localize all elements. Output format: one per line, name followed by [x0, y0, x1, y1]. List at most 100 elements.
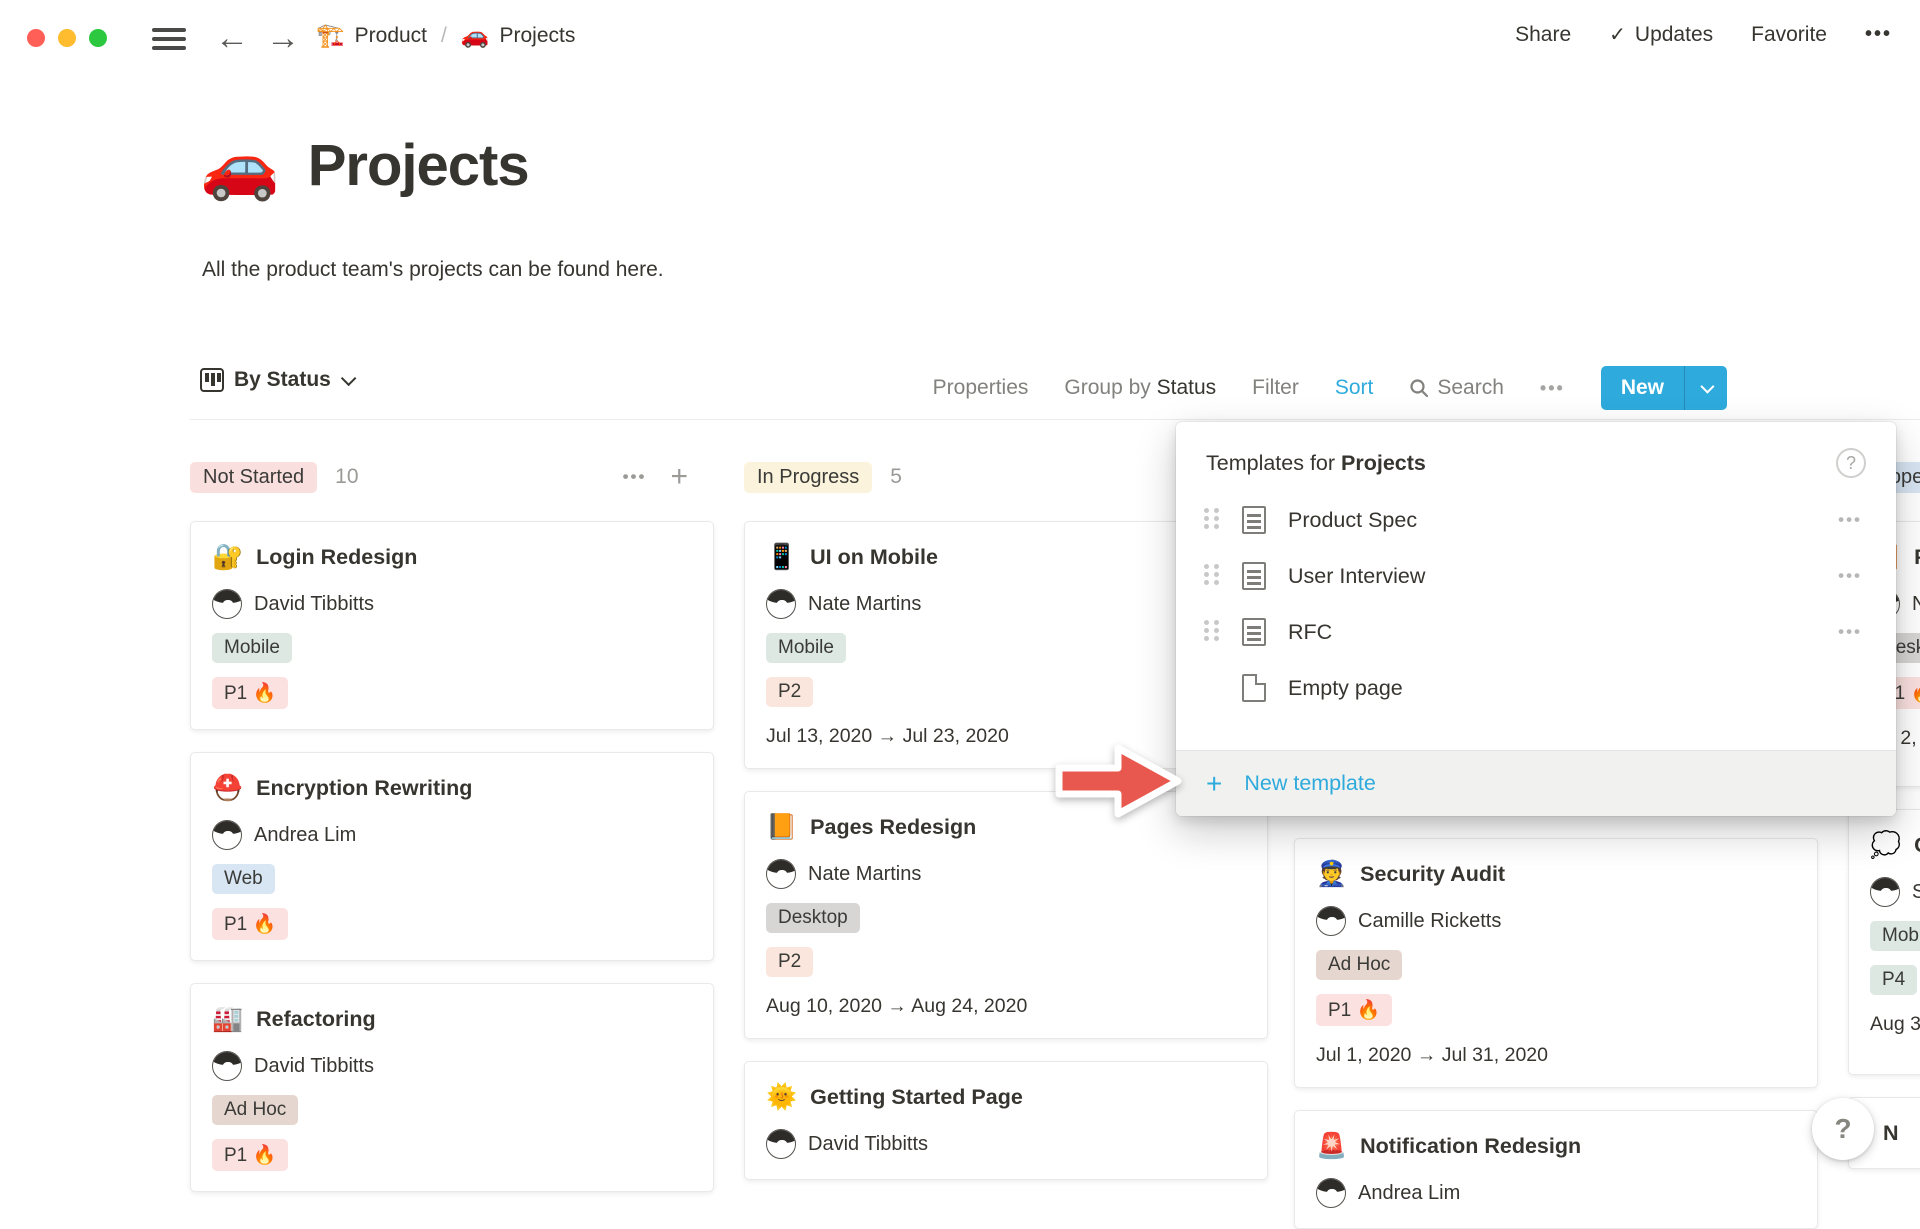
new-template-button[interactable]: + New template [1176, 750, 1896, 816]
more-options-icon[interactable]: ••• [1865, 23, 1892, 46]
page-description: All the product team's projects can be f… [202, 258, 664, 282]
board-view-icon [200, 368, 224, 392]
card-pages-redesign[interactable]: 📙 Pages Redesign Nate Martins Desktop P2… [744, 791, 1268, 1039]
annotation-arrow-icon [1052, 738, 1186, 824]
traffic-light-close[interactable] [27, 29, 45, 47]
breadcrumb-projects[interactable]: Projects [500, 24, 576, 48]
column-more-icon[interactable]: ••• [623, 467, 647, 487]
priority-tag: P1 🔥 [212, 908, 288, 940]
new-dropdown-caret[interactable] [1685, 366, 1727, 410]
search-icon [1409, 378, 1429, 398]
page-title: Projects [308, 132, 529, 199]
drag-handle-icon[interactable] [1204, 508, 1222, 532]
new-button[interactable]: New [1601, 366, 1727, 410]
toolbar-more-icon[interactable]: ••• [1540, 378, 1565, 399]
template-item-empty-page[interactable]: Empty page [1176, 660, 1896, 716]
template-item-rfc[interactable]: RFC ••• [1176, 604, 1896, 660]
card-login-redesign[interactable]: 🔐 Login Redesign David Tibbitts Mobile P… [190, 521, 714, 730]
platform-tag: Ad Hoc [212, 1095, 298, 1125]
filter-button[interactable]: Filter [1252, 376, 1299, 400]
column-count: 10 [335, 465, 358, 489]
column-add-icon[interactable]: + [670, 467, 688, 487]
help-button[interactable]: ? [1812, 1098, 1874, 1160]
sun-emoji-icon: 🌞 [766, 1085, 797, 1110]
card-security-audit[interactable]: 👮 Security Audit Camille Ricketts Ad Hoc… [1294, 838, 1818, 1088]
assignee-name: N [1912, 593, 1920, 616]
assignee-name: Camille Ricketts [1358, 910, 1501, 933]
forward-arrow-icon[interactable]: → [266, 18, 300, 58]
popup-title: Templates for Projects [1206, 451, 1426, 476]
card-partial-2[interactable]: 💭 C S Mobile P4 Aug 3, 2020 [1848, 809, 1920, 1075]
breadcrumb-separator: / [437, 24, 451, 48]
hamburger-menu-icon[interactable] [152, 28, 186, 50]
avatar [1316, 1178, 1346, 1208]
assignee-name: Nate Martins [808, 593, 921, 616]
avatar [766, 589, 796, 619]
favorite-button[interactable]: Favorite [1751, 23, 1827, 47]
thought-balloon-emoji-icon: 💭 [1870, 833, 1901, 858]
column-three: 👮 Security Audit Camille Ricketts Ad Hoc… [1294, 838, 1818, 1229]
drag-handle-icon[interactable] [1204, 620, 1222, 644]
card-encryption-rewriting[interactable]: ⛑️ Encryption Rewriting Andrea Lim Web P… [190, 752, 714, 961]
plus-icon: + [1206, 768, 1222, 800]
traffic-light-minimize[interactable] [58, 29, 76, 47]
avatar [212, 1051, 242, 1081]
sort-button[interactable]: Sort [1335, 376, 1374, 400]
breadcrumb: 🏗️ Product / 🚗 Projects [316, 22, 575, 49]
assignee-name: Nate Martins [808, 863, 921, 886]
platform-tag: Mobile [766, 633, 846, 663]
column-not-started: Not Started 10 ••• + 🔐 Login Redesign Da… [190, 459, 714, 1192]
window-titlebar: ← → 🏗️ Product / 🚗 Projects Share ✓ Upda… [0, 0, 1920, 78]
template-item-user-interview[interactable]: User Interview ••• [1176, 548, 1896, 604]
group-by-button[interactable]: Group by Status [1064, 376, 1216, 400]
breadcrumb-product[interactable]: Product [355, 24, 427, 48]
document-icon [1242, 562, 1266, 590]
popup-help-icon[interactable]: ? [1836, 448, 1866, 478]
avatar [212, 820, 242, 850]
priority-tag: P4 [1870, 965, 1917, 995]
orange-book-emoji-icon: 📙 [766, 815, 797, 840]
avatar [212, 589, 242, 619]
avatar [1870, 877, 1900, 907]
factory-emoji-icon: 🏭 [212, 1007, 243, 1032]
drag-handle-icon[interactable] [1204, 564, 1222, 588]
date-range: Jul 1, 2020 → Jul 31, 2020 [1316, 1044, 1796, 1067]
date-range: Aug 3, 2020 [1870, 1013, 1920, 1036]
view-switcher[interactable]: By Status [200, 368, 352, 392]
card-refactoring[interactable]: 🏭 Refactoring David Tibbitts Ad Hoc P1 🔥 [190, 983, 714, 1192]
updates-button[interactable]: ✓ Updates [1609, 22, 1713, 47]
column-status-badge[interactable]: Not Started [190, 462, 317, 493]
template-more-icon[interactable]: ••• [1838, 622, 1862, 642]
lock-emoji-icon: 🔐 [212, 545, 243, 570]
platform-tag: Mobile [1870, 921, 1920, 951]
avatar [766, 1129, 796, 1159]
template-item-product-spec[interactable]: Product Spec ••• [1176, 492, 1896, 548]
share-button[interactable]: Share [1515, 23, 1571, 47]
priority-tag: P1 🔥 [1316, 994, 1392, 1026]
page-icon[interactable]: 🚗 [200, 134, 280, 198]
properties-button[interactable]: Properties [933, 376, 1029, 400]
document-icon [1242, 618, 1266, 646]
platform-tag: Web [212, 864, 275, 894]
back-arrow-icon[interactable]: ← [215, 18, 249, 58]
column-status-badge[interactable]: In Progress [744, 462, 872, 493]
template-more-icon[interactable]: ••• [1838, 510, 1862, 530]
platform-tag: Ad Hoc [1316, 950, 1402, 980]
templates-popup: Templates for Projects ? Product Spec ••… [1176, 422, 1896, 816]
avatar [1316, 906, 1346, 936]
breadcrumb-projects-icon: 🚗 [461, 22, 490, 49]
document-icon [1242, 506, 1266, 534]
priority-tag: P1 🔥 [212, 1139, 288, 1171]
priority-tag: P2 [766, 677, 813, 707]
assignee-name: David Tibbitts [808, 1133, 928, 1156]
chevron-down-icon [341, 370, 357, 386]
template-more-icon[interactable]: ••• [1838, 566, 1862, 586]
view-toolbar: By Status Properties Group by Status Fil… [0, 356, 1920, 420]
siren-emoji-icon: 🚨 [1316, 1134, 1347, 1159]
card-getting-started-page[interactable]: 🌞 Getting Started Page David Tibbitts [744, 1061, 1268, 1180]
search-button[interactable]: Search [1409, 376, 1504, 400]
card-notification-redesign[interactable]: 🚨 Notification Redesign Andrea Lim [1294, 1110, 1818, 1229]
assignee-name: David Tibbitts [254, 593, 374, 616]
traffic-light-maximize[interactable] [89, 29, 107, 47]
column-count: 5 [890, 465, 902, 489]
